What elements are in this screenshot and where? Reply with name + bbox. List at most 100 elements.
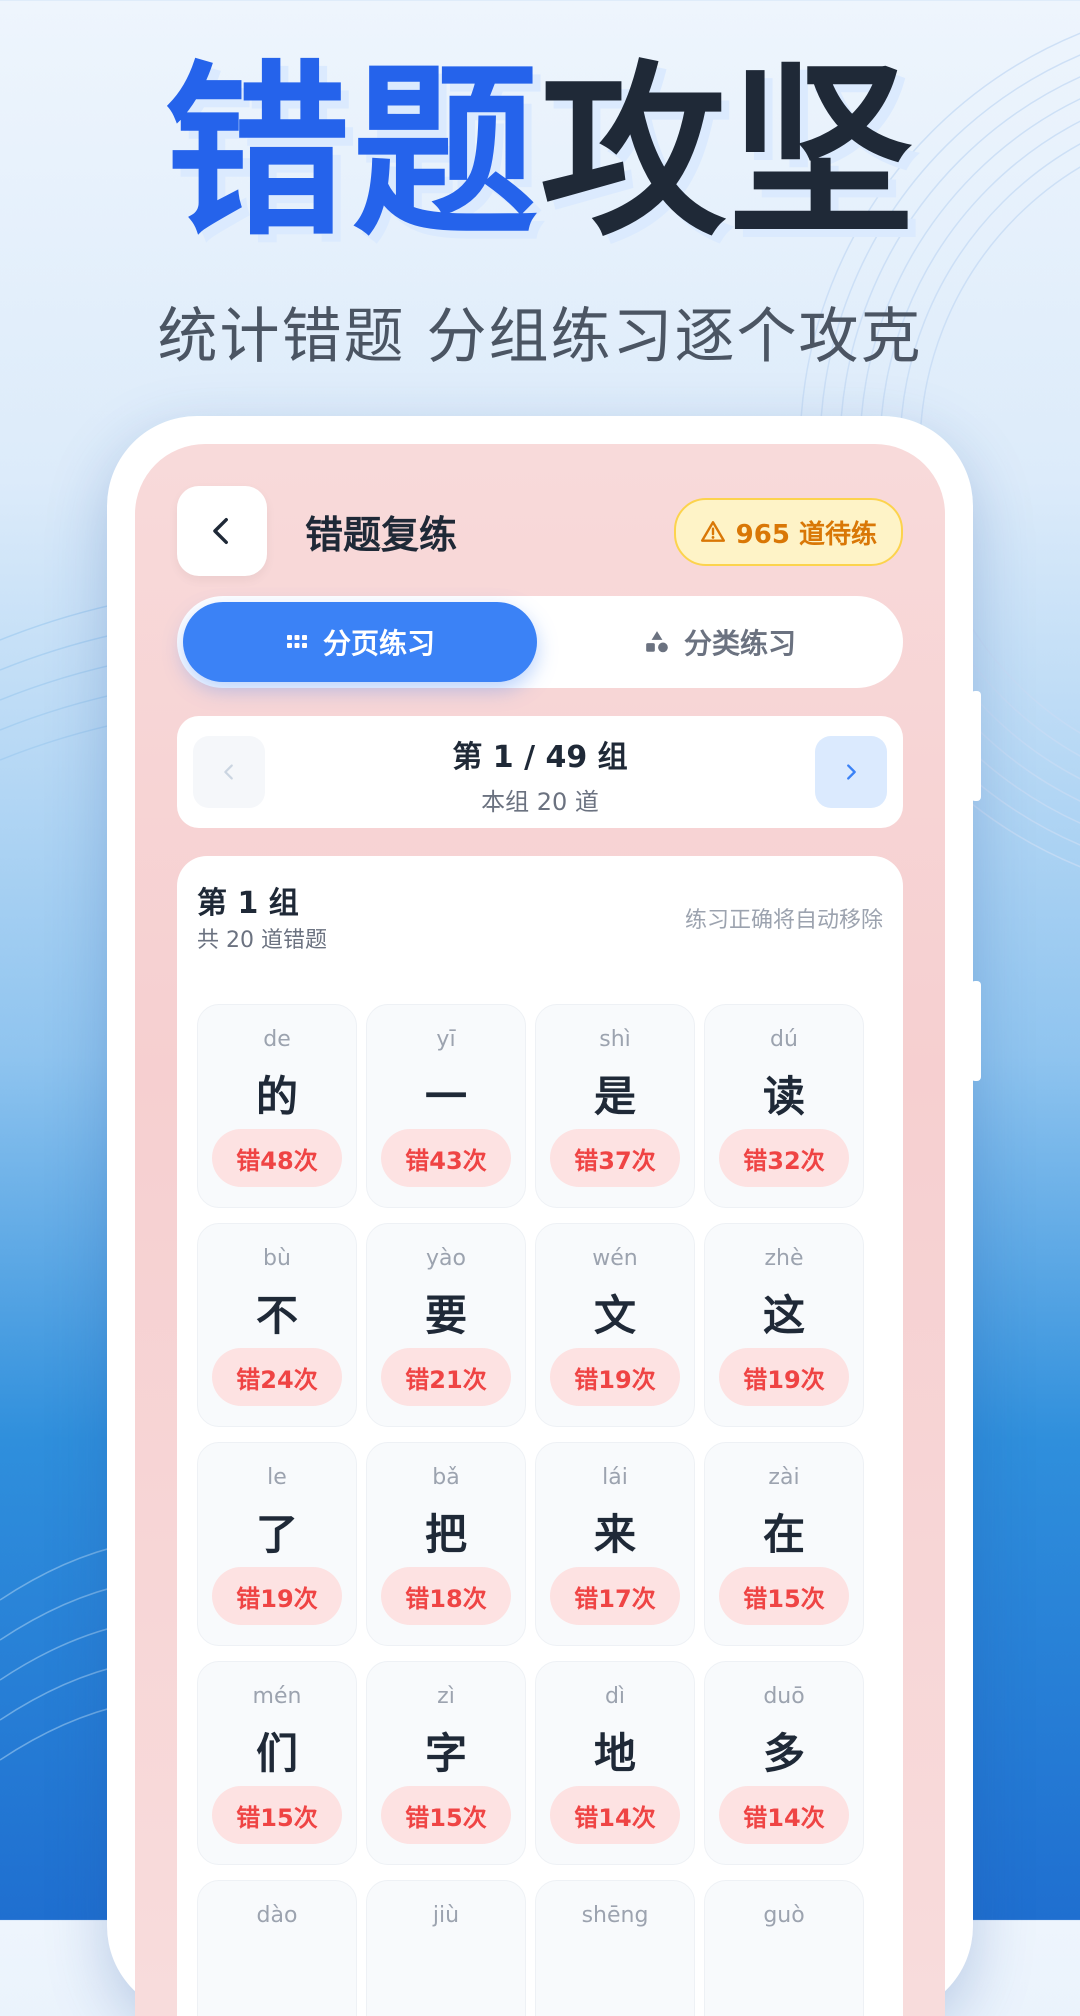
grid-icon [286,635,307,648]
group-pager: 第 1 / 49 组 本组 20 道 [177,716,903,828]
group-card: 第 1 组 共 20 道错题 练习正确将自动移除 de 的错48次 yī 一错43次… [177,856,903,2016]
tab-category-practice[interactable]: 分类练习 [543,602,897,682]
pinyin: dú [770,1027,798,1052]
pinyin: le [267,1465,287,1490]
group-count: 本组 20 道 [481,788,599,816]
character: 的 [255,1072,298,1121]
error-count-badge: 错14次 [719,1786,849,1844]
mistake-item[interactable]: wén 文错19次 [535,1223,695,1427]
chevron-right-icon [847,764,856,780]
mistake-item[interactable]: guò [704,1880,864,2016]
mistake-item[interactable]: le 了错19次 [197,1442,357,1646]
error-count-badge: 错19次 [719,1348,849,1406]
pinyin: wén [592,1246,638,1271]
chevron-left-icon [213,517,228,545]
next-group-button[interactable] [815,736,887,808]
headline-blue-text: 错题 [163,44,540,261]
auto-remove-note: 练习正确将自动移除 [684,908,883,933]
character: 来 [593,1510,636,1559]
pinyin: bù [263,1246,291,1271]
character: 一 [424,1072,467,1121]
error-count-badge: 错15次 [381,1786,511,1844]
promo-headline: 错题攻坚 [0,60,1080,246]
error-count-badge: 错14次 [550,1786,680,1844]
mistake-item[interactable]: shēng [535,1880,695,2016]
pinyin: yī [436,1027,456,1052]
character: 们 [255,1729,298,1778]
tab-page-practice[interactable]: 分页练习 [183,602,537,682]
promo-subheadline: 统计错题 分组练习逐个攻克 [157,302,923,372]
character: 了 [255,1510,298,1559]
mistake-item[interactable]: bǎ 把错18次 [366,1442,526,1646]
pinyin: mén [252,1684,302,1709]
warning-icon [700,521,725,542]
error-count-badge: 错19次 [550,1348,680,1406]
group-indicator: 第 1 / 49 组 [452,740,628,775]
error-count-badge: 错24次 [212,1348,342,1406]
pinyin: bǎ [432,1465,460,1490]
pending-count-text: 965 道待练 [735,519,877,550]
app-screen: 错题复练 965 道待练 分页练习 分类练习 第 1 / 49 组 本组 20 … [135,444,945,2016]
mistake-item[interactable]: de 的错48次 [197,1004,357,1208]
mistake-item[interactable]: zì 字错15次 [366,1661,526,1865]
error-count-badge: 错21次 [381,1348,511,1406]
headline-dark-text: 攻坚 [540,44,917,261]
mistake-item[interactable]: bù 不错24次 [197,1223,357,1427]
error-count-badge: 错37次 [550,1129,680,1187]
pinyin: shēng [581,1903,649,1928]
character: 是 [593,1072,636,1121]
tab-label: 分类练习 [683,627,796,660]
mistake-item[interactable]: shì 是错37次 [535,1004,695,1208]
character: 把 [424,1510,467,1559]
mistake-item[interactable]: lái 来错17次 [535,1442,695,1646]
pinyin: shì [599,1027,631,1052]
pinyin: dào [256,1903,298,1928]
error-count-badge: 错15次 [719,1567,849,1625]
mistake-grid: de 的错48次 yī 一错43次 shì 是错37次 dú 读错32次 bù 不错24次… [197,1004,864,2016]
character: 地 [593,1729,636,1778]
shapes-icon [646,631,668,653]
pinyin: zài [768,1465,800,1490]
mistake-item[interactable]: jiù [366,1880,526,2016]
mistake-item[interactable]: zài 在错15次 [704,1442,864,1646]
pinyin: lái [602,1465,628,1490]
character: 不 [255,1291,298,1340]
pinyin: jiù [432,1903,460,1928]
pinyin: dì [604,1684,626,1709]
character: 读 [762,1072,805,1121]
mistake-item[interactable]: yào 要错21次 [366,1223,526,1427]
group-title: 第 1 组 [197,886,299,921]
mistake-item[interactable]: dú 读错32次 [704,1004,864,1208]
character: 在 [762,1510,805,1559]
pending-count-badge: 965 道待练 [673,498,903,566]
pinyin: zì [437,1684,455,1709]
mistake-item[interactable]: zhè 这错19次 [704,1223,864,1427]
character: 这 [762,1291,805,1340]
pinyin: duō [763,1684,805,1709]
character: 文 [593,1291,636,1340]
character: 要 [424,1291,467,1340]
character: 字 [424,1729,467,1778]
error-count-badge: 错43次 [381,1129,511,1187]
error-count-badge: 错17次 [550,1567,680,1625]
top-bar: 错题复练 965 道待练 [177,486,903,576]
pinyin: zhè [764,1246,804,1271]
page-title: 错题复练 [305,513,458,557]
practice-mode-tabs: 分页练习 分类练习 [177,596,903,688]
mistake-item[interactable]: duō 多错14次 [704,1661,864,1865]
pinyin: de [263,1027,291,1052]
phone-frame: 错题复练 965 道待练 分页练习 分类练习 第 1 / 49 组 本组 20 … [107,416,981,2016]
mistake-item[interactable]: yī 一错43次 [366,1004,526,1208]
pinyin: guò [763,1903,805,1928]
error-count-badge: 错18次 [381,1567,511,1625]
character: 多 [762,1729,805,1778]
error-count-badge: 错48次 [212,1129,342,1187]
phone-side-button [971,981,981,1081]
group-subtitle: 共 20 道错题 [197,928,327,953]
back-button[interactable] [177,486,267,576]
error-count-badge: 错15次 [212,1786,342,1844]
mistake-item[interactable]: mén 们错15次 [197,1661,357,1865]
pinyin: yào [426,1246,466,1271]
mistake-item[interactable]: dì 地错14次 [535,1661,695,1865]
mistake-item[interactable]: dào [197,1880,357,2016]
